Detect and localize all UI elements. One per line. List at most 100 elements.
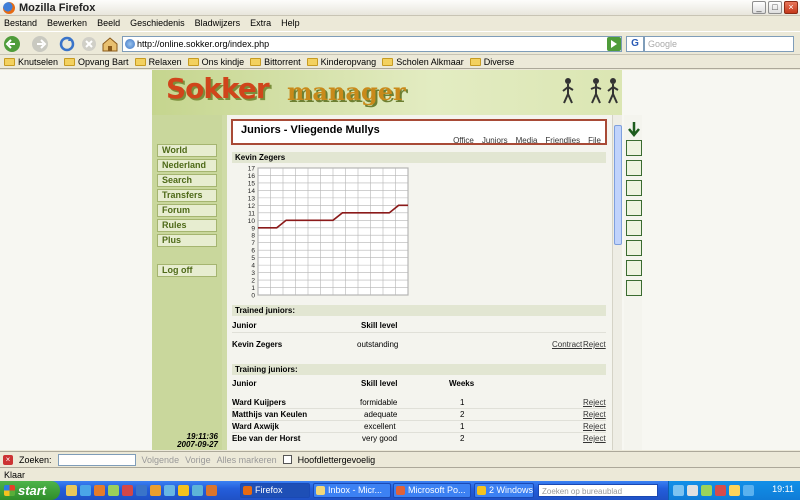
menu-bestand[interactable]: Bestand <box>4 18 37 28</box>
nav-rules[interactable]: Rules <box>157 219 217 232</box>
reject-link[interactable]: Reject <box>583 340 606 349</box>
menu-bewerken[interactable]: Bewerken <box>47 18 87 28</box>
nav-transfers[interactable]: Transfers <box>157 189 217 202</box>
junior-name[interactable]: Ebe van der Horst <box>232 434 300 443</box>
player-figure-icon <box>590 78 602 104</box>
nav-world[interactable]: World <box>157 144 217 157</box>
junior-name[interactable]: Ward Kuijpers <box>232 398 286 407</box>
folder-icon <box>250 57 262 66</box>
juniors-icon[interactable] <box>626 220 642 236</box>
quicklaunch-icon[interactable] <box>122 485 133 496</box>
start-button[interactable]: start <box>0 481 60 500</box>
find-input[interactable] <box>57 453 136 466</box>
contract-link[interactable]: Contract <box>552 340 582 349</box>
quicklaunch-icon[interactable] <box>164 485 175 496</box>
close-button[interactable]: × <box>784 1 798 14</box>
bookmark-folder[interactable]: Ons kindje <box>187 57 244 67</box>
nav-forum[interactable]: Forum <box>157 204 217 217</box>
reload-icon[interactable] <box>58 35 76 53</box>
close-find-icon[interactable]: × <box>3 454 13 465</box>
mail-icon[interactable] <box>626 280 642 296</box>
bookmark-folder[interactable]: Knutselen <box>4 57 58 67</box>
menu-help[interactable]: Help <box>281 18 300 28</box>
tray-icon[interactable] <box>729 485 740 496</box>
junior-name[interactable]: Matthijs van Keulen <box>232 410 307 419</box>
tray-icon[interactable] <box>743 485 754 496</box>
reject-link[interactable]: Reject <box>583 398 606 407</box>
google-engine-icon[interactable]: G <box>626 36 644 52</box>
junior-name[interactable]: Ward Axwijk <box>232 422 279 431</box>
eye-icon[interactable] <box>626 260 642 276</box>
desktop-search-input[interactable]: Zoeken op bureaublad <box>538 484 658 497</box>
reject-link[interactable]: Reject <box>583 410 606 419</box>
nav-nederland[interactable]: Nederland <box>157 159 217 172</box>
nav-plus[interactable]: Plus <box>157 234 217 247</box>
quicklaunch-icon[interactable] <box>178 485 189 496</box>
task-powerpoint[interactable]: Microsoft Po... <box>393 483 471 498</box>
stop-icon[interactable] <box>80 35 98 53</box>
y-tick-label: 4 <box>251 263 255 270</box>
tab-media[interactable]: Media <box>516 136 538 145</box>
junior-name[interactable]: Kevin Zegers <box>232 340 282 349</box>
reject-link[interactable]: Reject <box>583 434 606 443</box>
scrollbar-thumb[interactable] <box>614 125 622 245</box>
nav-search[interactable]: Search <box>157 174 217 187</box>
quicklaunch-icon[interactable] <box>136 485 147 496</box>
quicklaunch-icon[interactable] <box>66 485 77 496</box>
logoff-button[interactable]: Log off <box>157 264 217 277</box>
firefox-icon <box>3 1 15 14</box>
go-icon[interactable] <box>606 36 622 52</box>
site-logo[interactable]: Sokker <box>166 72 270 105</box>
menu-bladwijzers[interactable]: Bladwijzers <box>195 18 241 28</box>
maximize-button[interactable]: □ <box>768 1 782 14</box>
quicklaunch-icon[interactable] <box>150 485 161 496</box>
reject-link[interactable]: Reject <box>583 422 606 431</box>
task-firefox[interactable]: Firefox <box>240 483 310 498</box>
highlight-all-button[interactable]: Alles markeren <box>217 455 277 465</box>
tab-juniors[interactable]: Juniors <box>482 136 508 145</box>
tray-icon[interactable] <box>701 485 712 496</box>
folder-icon <box>382 57 394 66</box>
menu-extra[interactable]: Extra <box>250 18 271 28</box>
training-icon[interactable] <box>626 200 642 216</box>
tab-file[interactable]: File <box>588 136 601 145</box>
home-icon[interactable] <box>101 35 119 53</box>
quicklaunch-icon[interactable] <box>94 485 105 496</box>
book-icon[interactable] <box>626 140 642 156</box>
match-case-checkbox[interactable] <box>282 455 292 464</box>
down-arrow-icon[interactable] <box>626 121 642 137</box>
weeks: 2 <box>460 410 465 419</box>
bookmark-folder[interactable]: Scholen Alkmaar <box>382 57 464 67</box>
tray-icon[interactable] <box>715 485 726 496</box>
bookmark-folder[interactable]: Bittorrent <box>250 57 301 67</box>
stadium-icon[interactable] <box>626 240 642 256</box>
task-windows-group[interactable]: 2 Windows ... <box>474 483 534 498</box>
player-icon[interactable] <box>626 160 642 176</box>
weeks: 1 <box>460 398 465 407</box>
tab-friendlies[interactable]: Friendlies <box>545 136 580 145</box>
tactics-icon[interactable] <box>626 180 642 196</box>
menu-geschiedenis[interactable]: Geschiedenis <box>130 18 185 28</box>
task-inbox[interactable]: Inbox - Micr... <box>313 483 391 498</box>
url-bar[interactable]: http://online.sokker.org/index.php <box>122 36 622 52</box>
bookmark-folder[interactable]: Kinderopvang <box>306 57 376 67</box>
find-next-button[interactable]: Volgende <box>142 455 180 465</box>
quicklaunch-icon[interactable] <box>192 485 203 496</box>
quicklaunch-icon[interactable] <box>80 485 91 496</box>
skill-level: very good <box>362 434 398 443</box>
minimize-button[interactable]: _ <box>752 1 766 14</box>
forward-arrow-icon[interactable] <box>31 35 49 53</box>
bookmark-folder[interactable]: Relaxen <box>134 57 182 67</box>
bookmark-folder[interactable]: Opvang Bart <box>64 57 129 67</box>
search-input[interactable]: Google <box>644 36 794 52</box>
vertical-scrollbar[interactable] <box>612 115 622 450</box>
menu-beeld[interactable]: Beeld <box>97 18 120 28</box>
bookmark-folder[interactable]: Diverse <box>469 57 514 67</box>
tab-office[interactable]: Office <box>453 136 474 145</box>
find-prev-button[interactable]: Vorige <box>185 455 211 465</box>
back-arrow-icon[interactable] <box>3 35 21 53</box>
tray-icon[interactable] <box>687 485 698 496</box>
quicklaunch-icon[interactable] <box>206 485 217 496</box>
quicklaunch-icon[interactable] <box>108 485 119 496</box>
tray-icon[interactable] <box>673 485 684 496</box>
